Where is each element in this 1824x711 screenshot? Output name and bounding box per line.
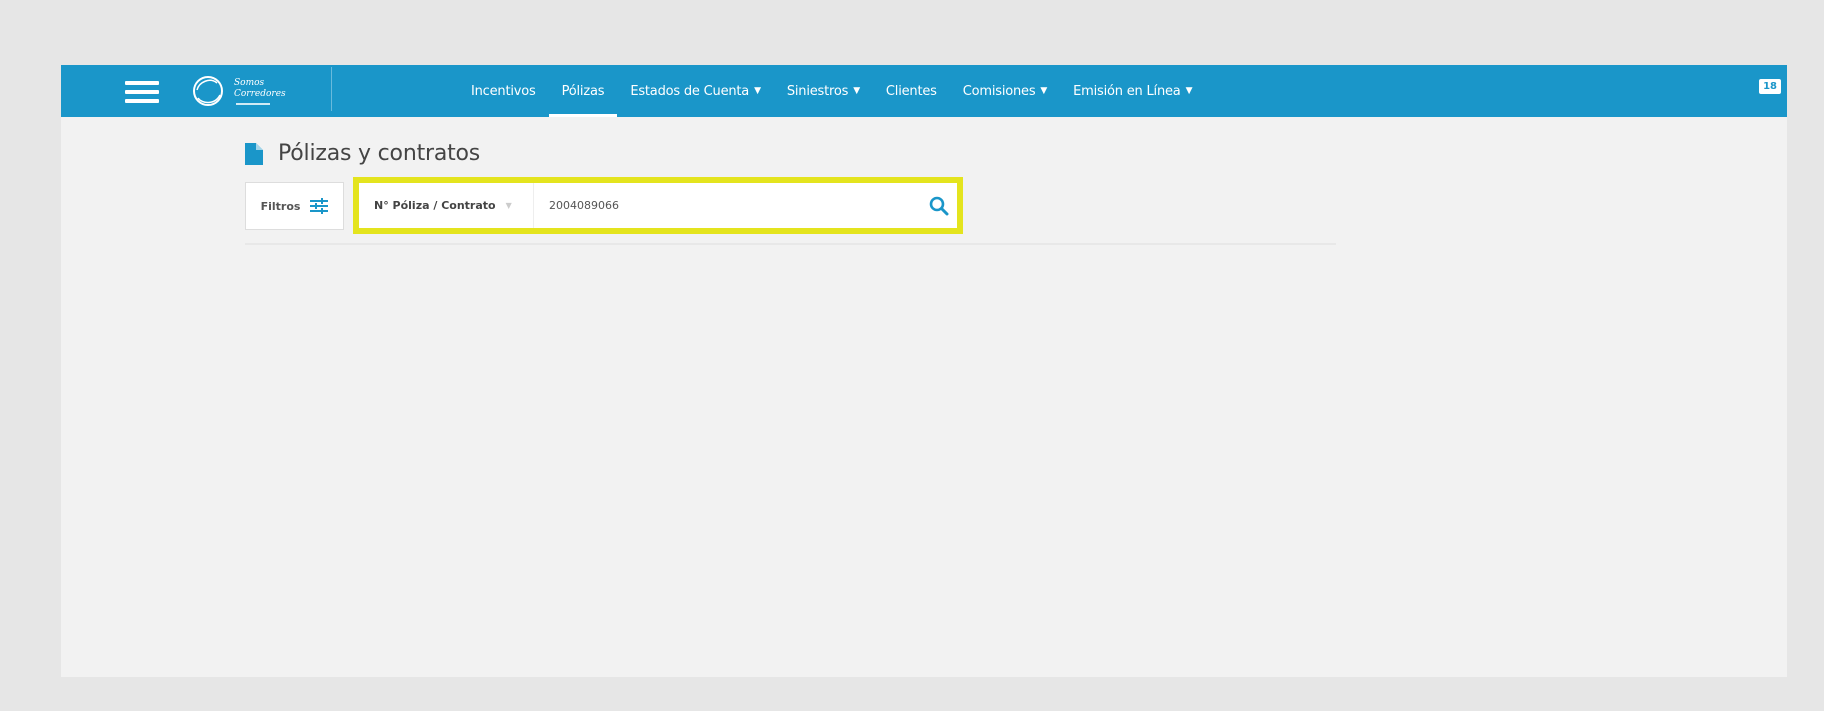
caret-down-icon: ▼ [1040,86,1048,96]
nav-item-label: Clientes [885,83,937,99]
search-icon [929,196,949,215]
notification-badge[interactable]: 18 [1759,79,1781,94]
nav-item-label: Emisión en Línea [1073,83,1181,99]
nav-item-label: Incentivos [471,83,536,99]
logo-text: Somos Corredores [234,78,286,105]
nav-item-clientes[interactable]: Clientes [873,65,950,117]
page-header: Pólizas y contratos [245,141,480,166]
logo[interactable]: Somos Corredores [188,69,338,113]
logo-text-line2: Corredores [234,88,286,99]
nav-item-label: Comisiones [962,83,1036,99]
top-navigation-bar: Somos Corredores Incentivos Pólizas Esta… [61,65,1787,117]
caret-down-icon: ▼ [754,86,761,96]
logo-circle-icon [193,76,223,106]
logo-text-line1: Somos [234,77,265,88]
nav-item-comisiones[interactable]: Comisiones ▼ [950,65,1060,117]
filters-button-label: Filtros [260,199,301,213]
nav-menu: Incentivos Pólizas Estados de Cuenta ▼ Si… [458,65,1205,117]
filters-button[interactable]: Filtros [245,182,344,230]
nav-item-label: Pólizas [561,83,605,99]
document-icon [245,142,263,165]
nav-item-siniestros[interactable]: Siniestros ▼ [774,65,873,117]
sliders-icon [310,198,329,214]
nav-divider [331,67,332,111]
search-type-dropdown[interactable]: N° Póliza / Contrato ▼ [359,183,534,228]
search-button[interactable] [921,183,957,228]
nav-item-polizas[interactable]: Pólizas [548,65,618,117]
search-bar: N° Póliza / Contrato ▼ [359,183,957,228]
nav-item-label: Siniestros [786,83,849,99]
caret-down-icon: ▼ [1185,86,1193,96]
search-highlight-box: N° Póliza / Contrato ▼ [353,177,963,234]
logo-underline [236,102,270,105]
search-type-label: N° Póliza / Contrato [374,199,496,212]
page-title: Pólizas y contratos [278,141,481,166]
app-frame: Somos Corredores Incentivos Pólizas Esta… [61,65,1787,677]
nav-item-estados-de-cuenta[interactable]: Estados de Cuenta ▼ [617,65,774,117]
chevron-down-icon: ▼ [505,201,512,210]
nav-item-label: Estados de Cuenta [630,83,750,99]
nav-item-incentivos[interactable]: Incentivos [458,65,549,117]
caret-down-icon: ▼ [853,86,860,96]
content-divider [245,243,1336,245]
hamburger-menu-icon[interactable] [125,81,159,103]
search-input[interactable] [534,183,921,228]
nav-item-emision-en-linea[interactable]: Emisión en Línea ▼ [1060,65,1205,117]
